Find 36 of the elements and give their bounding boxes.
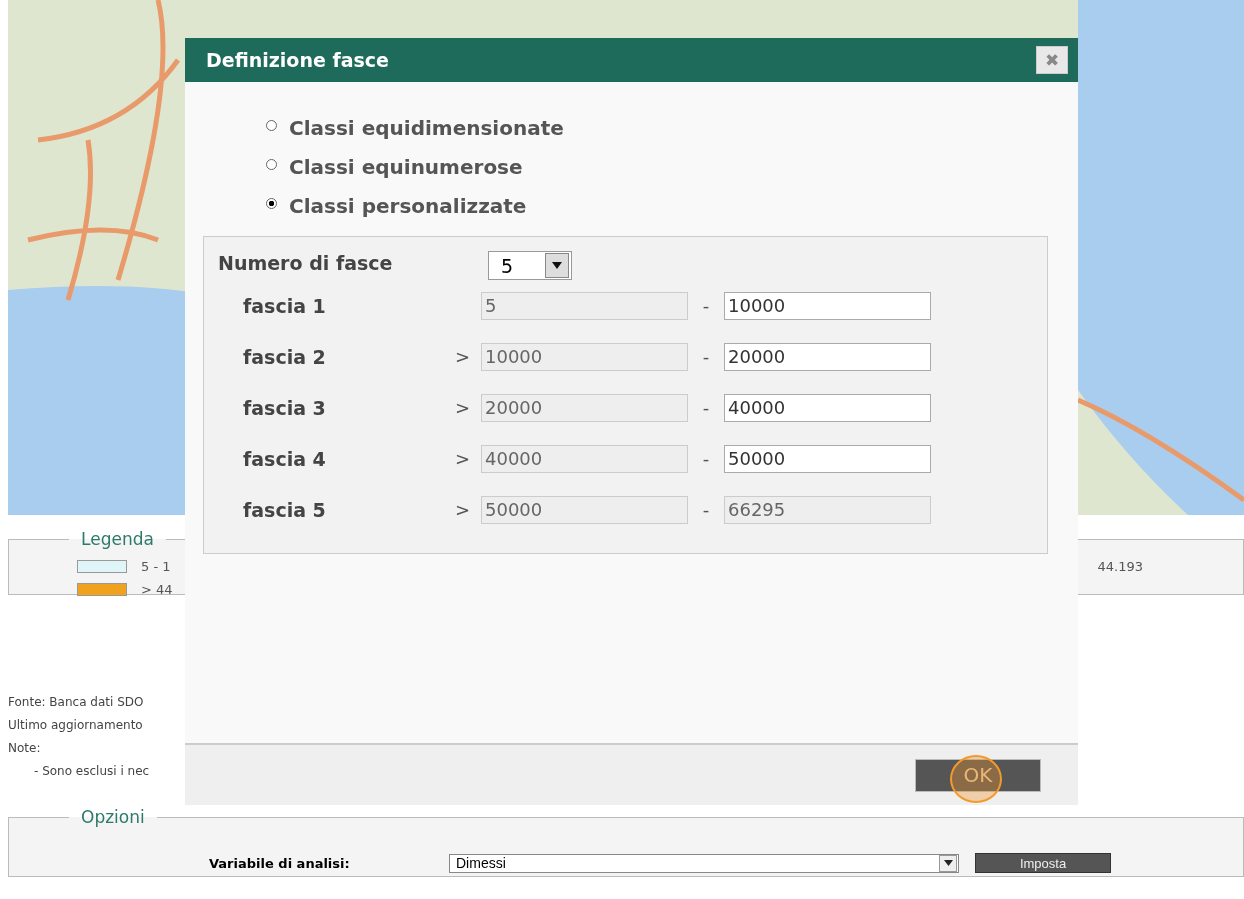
greater-than-sign: > <box>455 397 472 418</box>
legend-value: 44.193 <box>1097 559 1143 574</box>
greater-than-sign: > <box>455 499 472 520</box>
legend-label: > 44 <box>141 582 173 597</box>
note-text: Note: <box>8 741 41 757</box>
band-count-label: Numero di fasce <box>218 251 394 274</box>
note-text: Ultimo aggiornamento <box>8 718 143 734</box>
legend-title: Legenda <box>80 529 155 549</box>
set-button[interactable]: Imposta <box>975 853 1111 873</box>
radio-option[interactable]: Classi equidimensionate <box>266 111 564 145</box>
range-end-field[interactable]: 20000 <box>724 342 931 371</box>
legend-label: 5 - 1 <box>141 559 171 574</box>
note-text: Fonte: Banca dati SDO <box>8 695 144 711</box>
band-label: fascia 2 <box>243 345 327 368</box>
radio-option[interactable]: Classi personalizzate <box>266 189 527 223</box>
range-end-field[interactable]: 10000 <box>724 291 931 320</box>
dialog-title: Definizione fasce <box>206 49 389 71</box>
range-dash: - <box>701 346 711 367</box>
band-label: fascia 1 <box>243 294 327 317</box>
analysis-variable-dropdown[interactable]: Dimessi <box>449 853 959 873</box>
band-count-select[interactable]: 5 <box>488 251 572 280</box>
field-label: Variabile di analisi: <box>209 855 351 871</box>
radio-option[interactable]: Classi equinumerose <box>266 150 523 184</box>
greater-than-sign: > <box>455 346 472 367</box>
range-dash: - <box>701 295 711 316</box>
range-dash: - <box>701 397 711 418</box>
band-label: fascia 5 <box>243 498 327 521</box>
band-label: fascia 4 <box>243 447 327 470</box>
options-title: Opzioni <box>80 807 146 827</box>
range-dash: - <box>701 448 711 469</box>
range-dash: - <box>701 499 711 520</box>
greater-than-sign: > <box>455 448 472 469</box>
note-bullet: - Sono esclusi i nec <box>34 764 150 780</box>
band-label: fascia 3 <box>243 396 327 419</box>
range-end-field[interactable]: 50000 <box>724 444 931 473</box>
range-end-field[interactable]: 40000 <box>724 393 931 422</box>
